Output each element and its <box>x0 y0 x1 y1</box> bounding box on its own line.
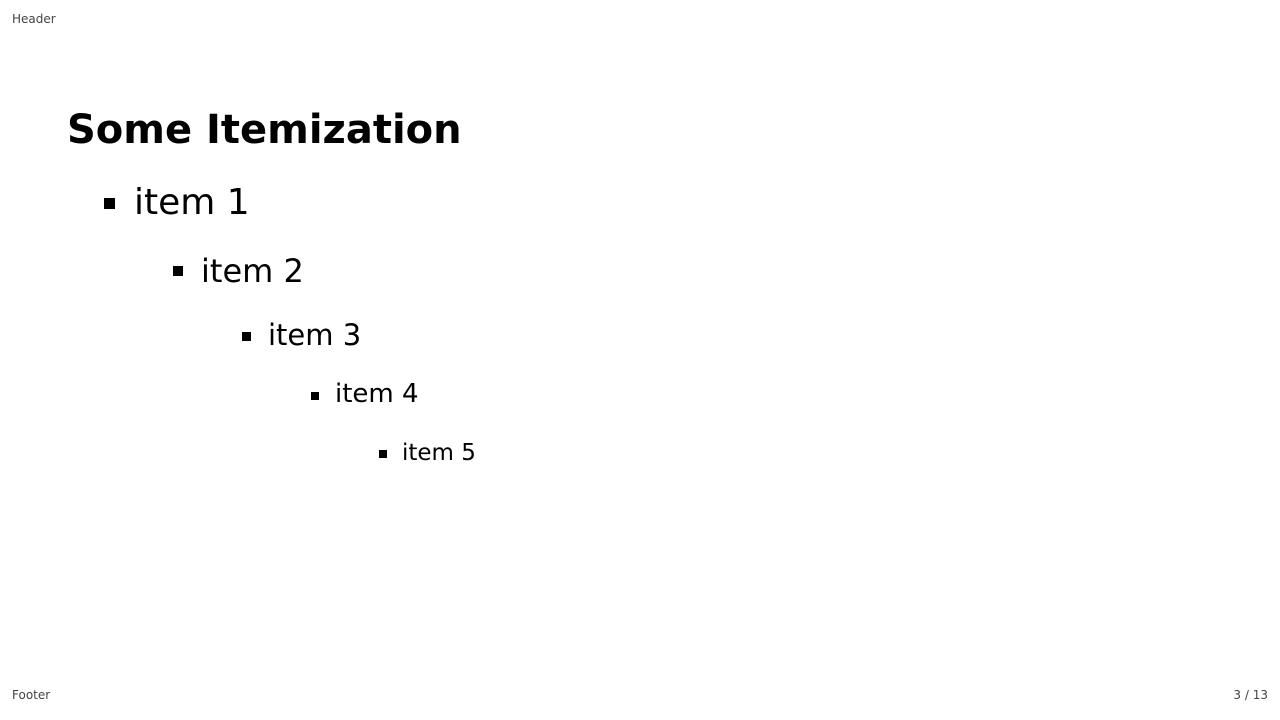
slide: Header Some Itemization item 1 item 2 it… <box>0 0 1280 720</box>
list-item-label: item 4 <box>335 379 419 409</box>
slide-title: Some Itemization <box>67 107 462 153</box>
list-item-label: item 2 <box>201 252 304 290</box>
square-bullet-icon <box>242 332 251 341</box>
square-bullet-icon <box>379 450 387 458</box>
square-bullet-icon <box>104 198 115 209</box>
square-bullet-icon <box>311 392 319 400</box>
square-bullet-icon <box>173 266 183 276</box>
slide-header: Header <box>12 12 56 26</box>
list-item-label: item 1 <box>134 182 250 223</box>
slide-footer: Footer <box>12 688 51 702</box>
page-number: 3 / 13 <box>1233 688 1268 702</box>
list-item-label: item 5 <box>402 440 476 466</box>
list-item-label: item 3 <box>268 318 362 352</box>
